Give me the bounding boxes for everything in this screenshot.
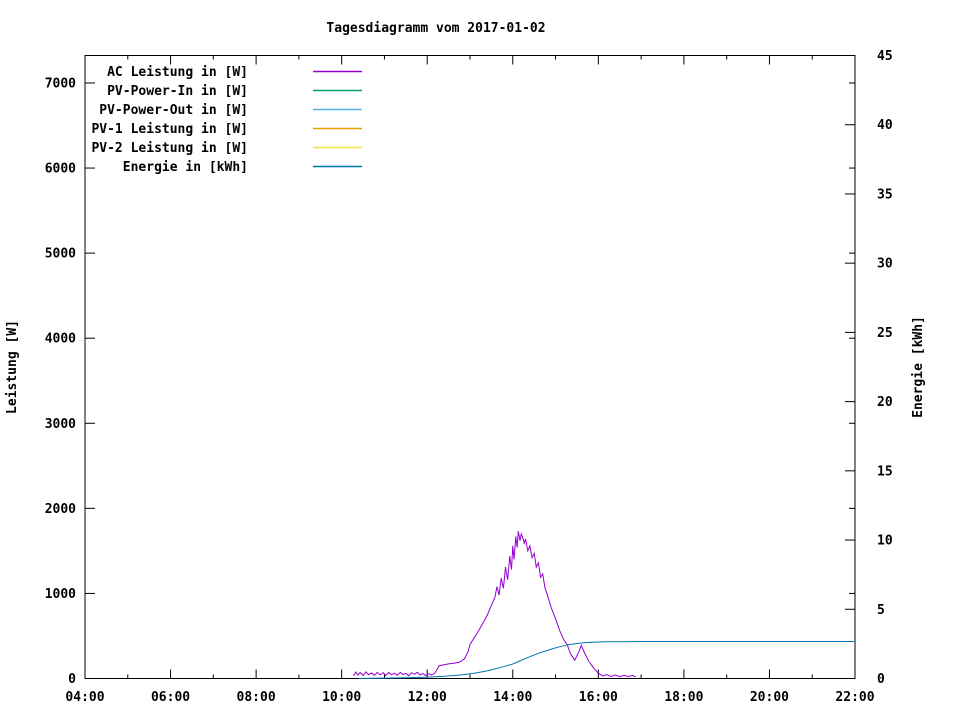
y-right-tick-label: 35 — [877, 187, 893, 202]
y-right-tick-label: 5 — [877, 603, 885, 618]
legend-label: PV-Power-Out in [W] — [99, 103, 248, 118]
series-curve — [358, 641, 855, 679]
y-right-tick-label: 30 — [877, 257, 893, 272]
x-tick-label: 14:00 — [493, 690, 532, 705]
y-right-tick-label: 25 — [877, 326, 893, 341]
x-tick-label: 06:00 — [151, 690, 190, 705]
y-left-tick-label: 2000 — [45, 502, 76, 517]
y-left-tick-label: 7000 — [45, 76, 76, 91]
legend-label: Energie in [kWh] — [123, 160, 248, 175]
y-right-tick-label: 0 — [877, 672, 885, 687]
y-left-tick-label: 1000 — [45, 587, 76, 602]
x-tick-label: 18:00 — [664, 690, 703, 705]
y-left-tick-label: 6000 — [45, 162, 76, 177]
x-tick-label: 10:00 — [322, 690, 361, 705]
x-tick-label: 20:00 — [750, 690, 789, 705]
chart-title: Tagesdiagramm vom 2017-01-02 — [326, 21, 545, 36]
y-right-tick-label: 40 — [877, 118, 893, 133]
x-tick-label: 08:00 — [237, 690, 276, 705]
y-left-tick-label: 0 — [68, 672, 76, 687]
x-tick-label: 16:00 — [579, 690, 618, 705]
legend-label: PV-Power-In in [W] — [107, 84, 248, 99]
x-tick-label: 22:00 — [835, 690, 874, 705]
legend-label: AC Leistung in [W] — [107, 65, 248, 80]
chart-canvas: Tagesdiagramm vom 2017-01-02 04:00 06:00 08… — [5, 21, 926, 705]
y-left-tick-label: 4000 — [45, 332, 76, 347]
y-right-tick-label: 15 — [877, 464, 893, 479]
y-left-tick-label: 3000 — [45, 417, 76, 432]
y-right-tick-label: 45 — [877, 49, 893, 64]
x-tick-label: 04:00 — [65, 690, 104, 705]
y-left-tick-label: 5000 — [45, 247, 76, 262]
y-left-axis-label: Leistung [W] — [5, 320, 20, 414]
legend-label: PV-1 Leistung in [W] — [91, 122, 248, 137]
series-curve — [353, 531, 636, 678]
x-tick-label: 12:00 — [408, 690, 447, 705]
chart-window: Tagesdiagramm vom 2017-01-02 04:00 06:00 08… — [0, 0, 960, 720]
y-right-tick-label: 10 — [877, 534, 893, 549]
y-right-axis-label: Energie [kWh] — [911, 316, 926, 418]
y-right-tick-label: 20 — [877, 395, 893, 410]
legend-label: PV-2 Leistung in [W] — [91, 141, 248, 156]
